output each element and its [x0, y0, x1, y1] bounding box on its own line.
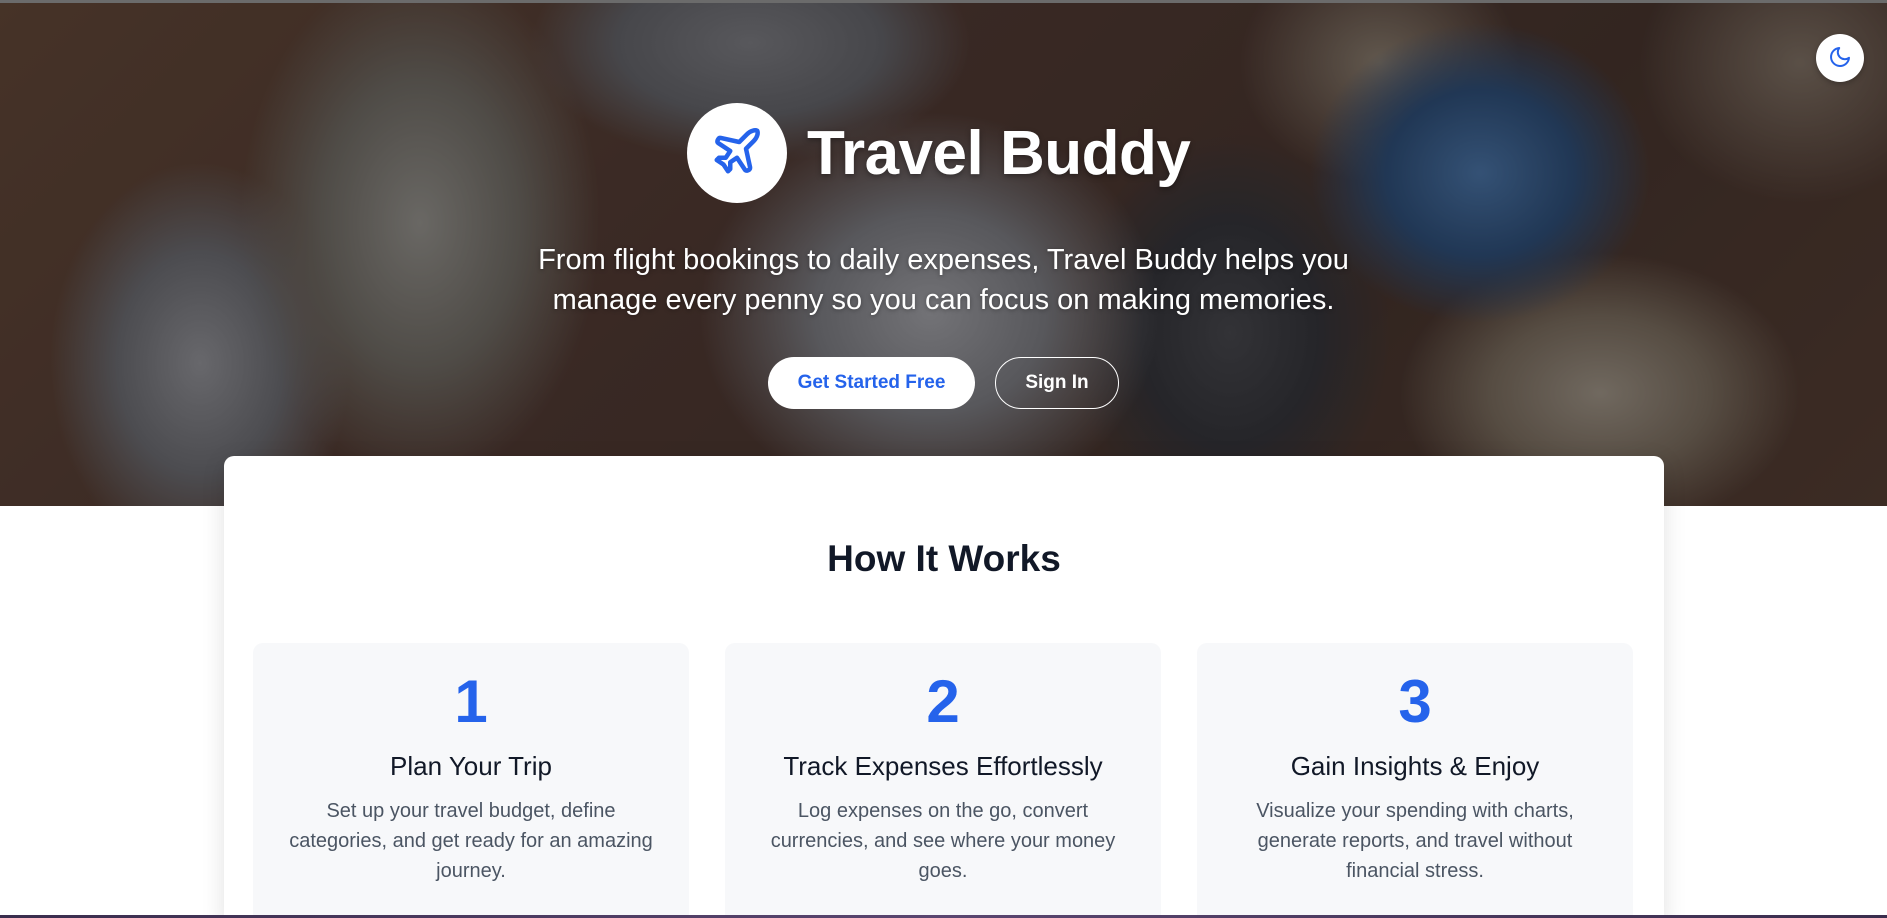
step-description: Visualize your spending with charts, gen…	[1256, 800, 1574, 882]
how-it-works-section: How It Works 1 Plan Your Trip Set up you…	[224, 456, 1664, 918]
step-title: Gain Insights & Enjoy	[1290, 751, 1540, 781]
airplane-icon	[710, 124, 764, 183]
window-top-edge	[0, 0, 1887, 3]
step-description: Log expenses on the go, convert currenci…	[770, 800, 1116, 882]
step-number: 3	[1398, 668, 1432, 735]
brand-logo	[687, 103, 787, 203]
step-card-track: 2 Track Expenses Effortlessly Log expens…	[725, 643, 1161, 918]
get-started-button[interactable]: Get Started Free	[768, 357, 975, 409]
step-title: Plan Your Trip	[390, 751, 552, 781]
sign-in-button[interactable]: Sign In	[995, 357, 1119, 409]
step-number: 1	[454, 668, 488, 735]
moon-icon	[1828, 45, 1852, 72]
hero-section: Travel Buddy From flight bookings to dai…	[0, 3, 1887, 506]
step-title: Track Expenses Effortlessly	[783, 751, 1103, 781]
theme-toggle-button[interactable]	[1816, 34, 1864, 82]
step-card-insights: 3 Gain Insights & Enjoy Visualize your s…	[1197, 643, 1633, 918]
brand: Travel Buddy	[687, 103, 1191, 203]
step-card-plan: 1 Plan Your Trip Set up your travel budg…	[253, 643, 689, 918]
hero-cta-group: Get Started Free Sign In	[768, 357, 1119, 409]
section-title: How It Works	[827, 538, 1061, 579]
steps-list: 1 Plan Your Trip Set up your travel budg…	[253, 643, 1633, 918]
step-number: 2	[926, 668, 960, 735]
app-title: Travel Buddy	[807, 118, 1191, 188]
hero-tagline: From flight bookings to daily expenses, …	[538, 244, 1349, 316]
landing-page: Travel Buddy From flight bookings to dai…	[0, 0, 1887, 918]
step-description: Set up your travel budget, define catego…	[289, 800, 653, 882]
